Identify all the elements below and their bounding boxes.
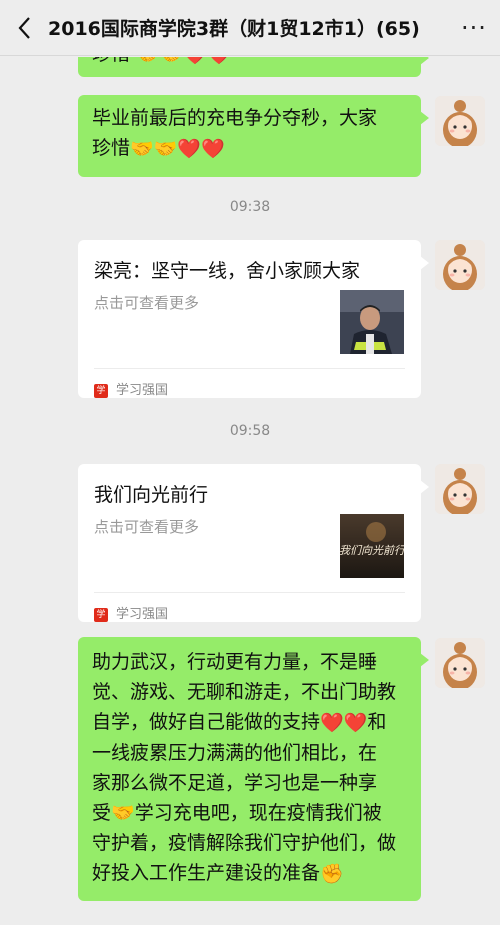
link-card[interactable]: 梁亮：坚守一线，舍小家顾大家 点击可查看更多 学 学习强国 — [78, 240, 429, 398]
handshake-icon: 🤝 — [160, 57, 184, 70]
more-options-button[interactable]: ··· — [448, 0, 500, 56]
card-source: 学 学习强国 — [94, 376, 168, 406]
card-thumbnail — [340, 290, 404, 354]
message-list[interactable]: 珍惜 🤝🤝❤️❤️ 毕业前最后的充电争分夺秒，大家 珍惜🤝🤝❤️❤️ 09:38 — [0, 57, 500, 925]
heart-icon: ❤️ — [177, 137, 202, 160]
timestamp: 09:58 — [229, 423, 271, 439]
handshake-icon: 🤝 — [130, 137, 154, 160]
avatar[interactable] — [435, 240, 485, 290]
avatar[interactable] — [435, 96, 485, 146]
message-bubble[interactable]: 毕业前最后的充电争分夺秒，大家 珍惜🤝🤝❤️❤️ — [78, 95, 429, 177]
card-source: 学 学习强国 — [94, 600, 168, 630]
fist-icon: ✊ — [320, 862, 344, 885]
chat-header: 2016国际商学院3群（财1贸12市1）(65) ··· — [0, 0, 500, 56]
xuexi-qiangguo-icon: 学 — [94, 384, 108, 398]
handshake-icon: 🤝 — [153, 137, 178, 160]
card-title: 我们向光前行 — [94, 484, 209, 506]
card-divider — [94, 592, 405, 593]
handshake-icon: 🤝 — [111, 802, 135, 824]
card-title: 梁亮：坚守一线，舍小家顾大家 — [94, 260, 361, 282]
link-card[interactable]: 我们向光前行 点击可查看更多 我们向光前行 学 学习强国 — [78, 464, 429, 622]
chat-title: 2016国际商学院3群（财1贸12市1）(65) — [48, 18, 420, 40]
heart-icon: ❤️ — [183, 57, 207, 70]
heart-icon: ❤️ — [201, 137, 225, 160]
avatar[interactable] — [435, 638, 485, 688]
back-button[interactable] — [0, 0, 48, 56]
avatar[interactable] — [435, 464, 485, 514]
heart-icon: ❤️ — [320, 711, 344, 734]
heart-icon: ❤️ — [343, 711, 368, 734]
card-divider — [94, 368, 405, 369]
card-description: 点击可查看更多 — [94, 294, 200, 312]
heart-icon: ❤️ — [207, 57, 231, 70]
timestamp: 09:38 — [229, 199, 271, 215]
card-description: 点击可查看更多 — [94, 518, 200, 536]
handshake-icon: 🤝 — [136, 57, 160, 70]
xuexi-qiangguo-icon: 学 — [94, 608, 108, 622]
svg-text:我们向光前行: 我们向光前行 — [340, 544, 404, 557]
message-bubble[interactable]: 助力武汉，行动更有力量，不是睡 觉、游戏、无聊和游走，不出门助教 自学，做好自己… — [78, 637, 429, 901]
chevron-left-icon — [18, 16, 30, 39]
card-thumbnail: 我们向光前行 — [340, 514, 404, 578]
message-bubble-partial[interactable]: 珍惜 🤝🤝❤️❤️ — [78, 57, 429, 77]
